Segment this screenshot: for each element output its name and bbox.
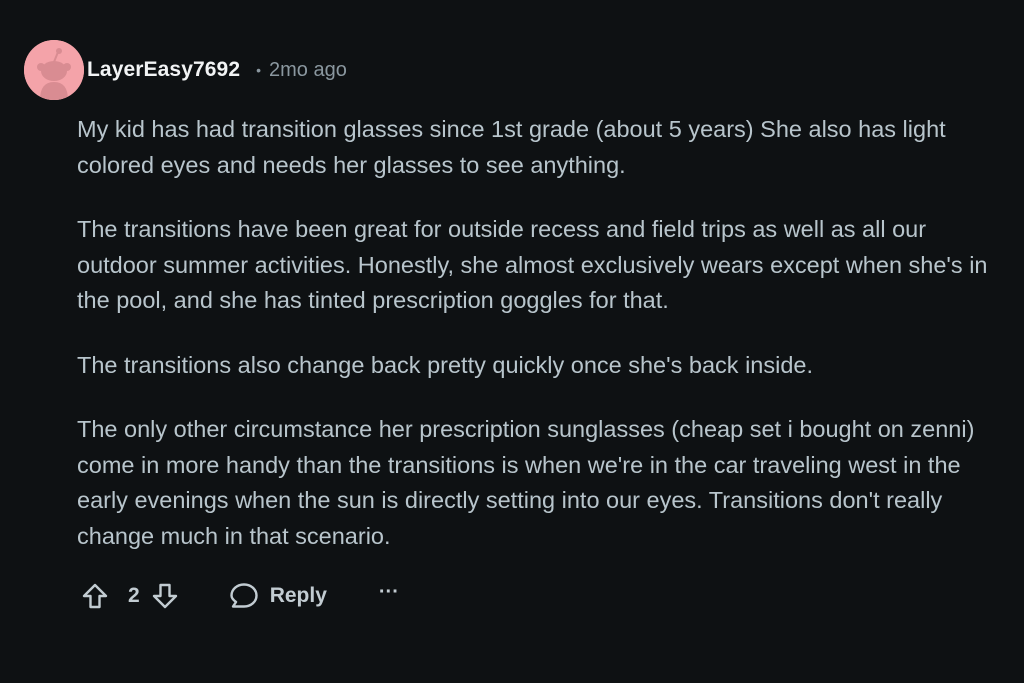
comment-paragraph: The transitions also change back pretty … bbox=[77, 351, 813, 378]
username-link[interactable]: LayerEasy7692 bbox=[87, 58, 240, 82]
reply-label: Reply bbox=[269, 584, 327, 607]
comment-paragraph: My kid has had transition glasses since … bbox=[77, 116, 946, 178]
downvote-button[interactable] bbox=[150, 581, 180, 611]
comment-paragraph: The only other circumstance her prescrip… bbox=[77, 416, 975, 549]
more-options-button[interactable]: ··· bbox=[379, 581, 399, 604]
timestamp: 2mo ago bbox=[269, 58, 347, 81]
reply-button[interactable]: Reply bbox=[228, 581, 327, 611]
comment-header: LayerEasy7692 • 2mo ago bbox=[24, 40, 347, 100]
comment-body: My kid has had transition glasses since … bbox=[77, 112, 997, 583]
comment-actions: 2 Reply ··· bbox=[80, 576, 399, 616]
downvote-arrow-icon bbox=[152, 583, 177, 609]
upvote-button[interactable] bbox=[80, 581, 110, 611]
snoo-avatar-icon bbox=[24, 40, 84, 100]
avatar[interactable] bbox=[24, 40, 84, 100]
vote-count: 2 bbox=[128, 584, 140, 607]
comment: LayerEasy7692 • 2mo ago My kid has had t… bbox=[0, 0, 1024, 683]
speech-bubble-icon bbox=[229, 583, 258, 608]
meta-separator: • bbox=[256, 62, 262, 78]
comment-paragraph: The transitions have been great for outs… bbox=[77, 216, 988, 313]
upvote-arrow-icon bbox=[82, 583, 108, 609]
